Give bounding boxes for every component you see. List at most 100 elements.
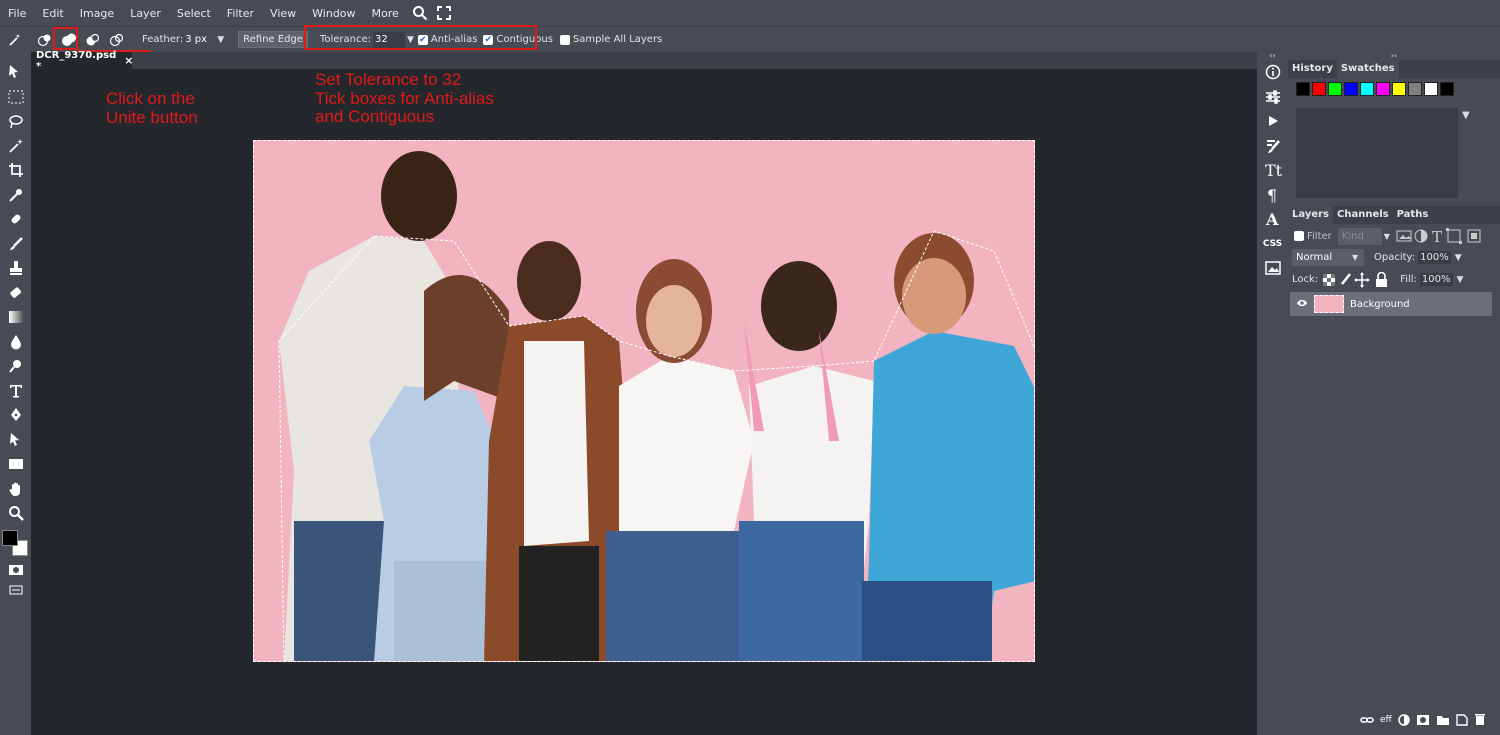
pen-tool-icon[interactable] (0, 403, 31, 428)
adjustment-layer-icon[interactable] (1398, 713, 1410, 726)
magic-wand-tool-icon[interactable] (0, 134, 31, 159)
layer-filter-row: ✔ Filter Kind ▼ T (1294, 227, 1486, 245)
tab-channels[interactable]: Channels (1333, 206, 1393, 224)
brush-settings-icon[interactable] (1257, 134, 1288, 159)
image-panel-icon[interactable] (1257, 256, 1288, 281)
swatch[interactable] (1376, 82, 1390, 96)
document-image[interactable] (253, 140, 1035, 662)
info-icon[interactable] (1257, 60, 1288, 85)
opacity-input[interactable]: 100% (1418, 251, 1451, 264)
stamp-tool-icon[interactable] (0, 256, 31, 281)
swatch-menu-icon[interactable]: ▼ (1462, 110, 1470, 121)
actions-play-icon[interactable] (1257, 109, 1288, 134)
fill-input[interactable]: 100% (1419, 273, 1453, 286)
healing-brush-tool-icon[interactable] (0, 207, 31, 232)
css-icon[interactable]: CSS (1257, 232, 1288, 257)
eraser-tool-icon[interactable] (0, 281, 31, 306)
visibility-eye-icon[interactable] (1296, 298, 1308, 311)
lock-icons[interactable] (1322, 271, 1392, 288)
feather-dropdown-icon[interactable]: ▼ (217, 35, 224, 45)
swatch[interactable] (1440, 82, 1454, 96)
refine-edge-button[interactable]: Refine Edge (238, 31, 308, 48)
filter-checkbox[interactable]: ✔ (1294, 231, 1304, 241)
swatch[interactable] (1344, 82, 1358, 96)
swatch[interactable] (1296, 82, 1310, 96)
brush-tool-icon[interactable] (0, 232, 31, 257)
layer-row-background[interactable]: Background (1290, 292, 1492, 316)
fill-dropdown-icon[interactable]: ▼ (1457, 275, 1464, 285)
menu-file[interactable]: File (0, 7, 34, 20)
gradient-tool-icon[interactable] (0, 305, 31, 330)
adjustments-icon[interactable] (1257, 85, 1288, 110)
lock-row: Lock: Fill: 100% ▼ (1292, 271, 1463, 288)
link-layers-icon[interactable] (1360, 715, 1374, 725)
menu-bar: File Edit Image Layer Select Filter View… (0, 0, 1500, 26)
swatch[interactable] (1424, 82, 1438, 96)
kind-select[interactable]: Kind (1337, 227, 1382, 245)
document-tab[interactable]: DCR_9370.psd * × (31, 50, 133, 72)
menu-window[interactable]: Window (304, 7, 363, 20)
new-layer-icon[interactable] (1456, 713, 1468, 726)
menu-image[interactable]: Image (72, 7, 122, 20)
tab-layers[interactable]: Layers (1288, 206, 1333, 224)
delete-layer-icon[interactable] (1474, 713, 1486, 726)
feather-input[interactable]: 3 px (185, 31, 216, 48)
menu-edit[interactable]: Edit (34, 7, 71, 20)
eyedropper-tool-icon[interactable] (0, 183, 31, 208)
lasso-tool-icon[interactable] (0, 109, 31, 134)
svg-text:Tt: Tt (1265, 162, 1282, 178)
swatch-grid-area[interactable] (1296, 108, 1458, 198)
swatch[interactable] (1392, 82, 1406, 96)
character-icon[interactable]: Tt (1257, 158, 1288, 183)
tab-swatches[interactable]: Swatches (1336, 60, 1399, 78)
screen-mode-icon[interactable] (0, 582, 31, 598)
fullscreen-icon[interactable] (433, 2, 455, 24)
tab-history[interactable]: History (1288, 60, 1337, 78)
menu-view[interactable]: View (262, 7, 304, 20)
opacity-dropdown-icon[interactable]: ▼ (1455, 253, 1462, 263)
dodge-tool-icon[interactable] (0, 354, 31, 379)
panel-collapse-icon[interactable]: ›‹ (1288, 52, 1500, 60)
close-tab-icon[interactable]: × (124, 54, 133, 67)
add-mask-icon[interactable] (1416, 714, 1430, 726)
layers-panel-tabs: Layers Channels Paths (1288, 206, 1500, 224)
path-select-tool-icon[interactable] (0, 428, 31, 453)
menu-more[interactable]: More (364, 7, 407, 20)
filter-type-icons[interactable]: T (1396, 228, 1486, 244)
glyphs-icon[interactable]: A (1257, 207, 1288, 232)
move-tool-icon[interactable] (0, 60, 31, 85)
collapse-arrows-icon[interactable]: ‹› (1257, 52, 1288, 60)
menu-filter[interactable]: Filter (219, 7, 262, 20)
tab-paths[interactable]: Paths (1393, 206, 1433, 224)
zoom-tool-icon[interactable] (0, 501, 31, 526)
tolerance-highlight-box (304, 25, 537, 50)
shape-tool-icon[interactable] (0, 452, 31, 477)
type-tool-icon[interactable] (0, 379, 31, 404)
swatch[interactable] (1328, 82, 1342, 96)
new-group-icon[interactable] (1436, 714, 1450, 726)
paragraph-icon[interactable]: ¶ (1257, 183, 1288, 208)
foreground-color-swatch[interactable] (2, 529, 18, 546)
quick-mask-icon[interactable] (0, 558, 31, 583)
marquee-tool-icon[interactable] (0, 85, 31, 110)
feather-label: Feather: (142, 34, 184, 45)
magic-wand-icon (4, 29, 26, 51)
history-panel-tabs: History Swatches (1288, 60, 1500, 78)
menu-select[interactable]: Select (169, 7, 219, 20)
effects-button[interactable]: eff (1380, 715, 1392, 725)
crop-tool-icon[interactable] (0, 158, 31, 183)
unite-highlight-box (53, 27, 78, 50)
sample-all-layers-checkbox[interactable]: ✔ (559, 34, 570, 45)
left-toolbar (0, 52, 31, 735)
swatch[interactable] (1408, 82, 1422, 96)
hand-tool-icon[interactable] (0, 477, 31, 502)
swatch[interactable] (1360, 82, 1374, 96)
blur-tool-icon[interactable] (0, 330, 31, 355)
swatch[interactable] (1312, 82, 1326, 96)
color-swatches[interactable] (0, 528, 31, 558)
blend-dropdown-icon[interactable]: ▼ (1352, 253, 1364, 262)
sample-all-layers-label: Sample All Layers (572, 34, 663, 45)
kind-dropdown-icon[interactable]: ▼ (1384, 232, 1390, 241)
menu-layer[interactable]: Layer (122, 7, 169, 20)
search-icon[interactable] (409, 2, 431, 24)
